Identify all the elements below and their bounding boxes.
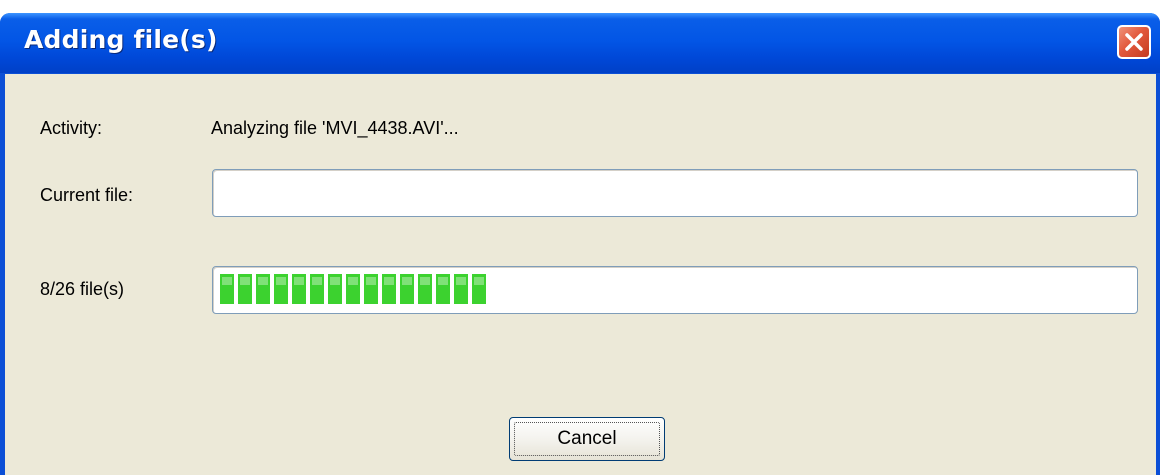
activity-label: Activity: [40, 118, 103, 138]
progress-segment-highlight [348, 277, 358, 285]
current-file-progress-fill [220, 177, 1130, 207]
focus-rectangle [514, 422, 660, 456]
overall-progress-bar [212, 266, 1138, 314]
progress-segment-highlight [456, 277, 466, 285]
progress-segment-highlight [330, 277, 340, 285]
current-file-progress-bar [212, 169, 1138, 217]
activity-value: Analyzing file 'MVI_4438.AVI'... [211, 118, 459, 138]
progress-segment-highlight [438, 277, 448, 285]
progress-segment-highlight [258, 277, 268, 285]
current-file-label: Current file: [40, 185, 134, 205]
window-title: Adding file(s) [24, 25, 218, 54]
progress-segment-highlight [294, 277, 304, 285]
dialog-window: Adding file(s) Activity: Analyzing file … [0, 13, 1160, 475]
progress-segment-highlight [240, 277, 250, 285]
close-icon [1125, 33, 1143, 51]
progress-segment-highlight [366, 277, 376, 285]
progress-segment-highlight [276, 277, 286, 285]
overall-progress-fill [220, 274, 486, 304]
progress-segment-highlight [312, 277, 322, 285]
title-bar[interactable]: Adding file(s) [0, 13, 1160, 73]
cancel-button[interactable]: Cancel [509, 417, 665, 461]
close-button[interactable] [1117, 25, 1151, 59]
progress-segment-highlight [420, 277, 430, 285]
dialog-client-area: Activity: Analyzing file 'MVI_4438.AVI'.… [5, 74, 1156, 475]
progress-segment-highlight [402, 277, 412, 285]
progress-segment-highlight [474, 277, 484, 285]
overall-progress-label: 8/26 file(s) [40, 279, 125, 299]
progress-segment-highlight [384, 277, 394, 285]
progress-segment-highlight [222, 277, 232, 285]
